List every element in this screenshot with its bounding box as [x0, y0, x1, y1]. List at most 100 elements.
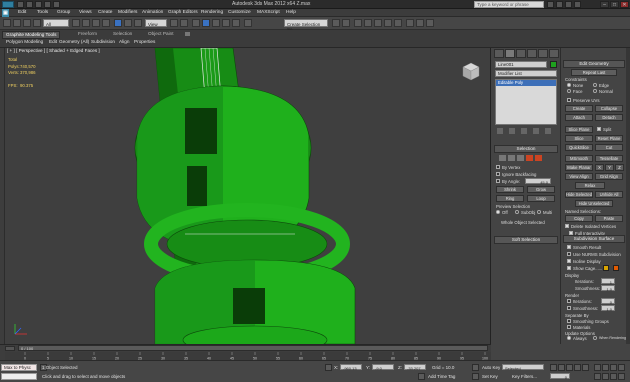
x-coord-field[interactable]: -960.13 — [340, 364, 362, 371]
remove-modifier-icon[interactable] — [533, 128, 539, 134]
layer-manager-icon[interactable] — [354, 19, 362, 27]
right-panel-scrollbar[interactable] — [626, 48, 630, 344]
maximize-viewport-icon[interactable] — [618, 373, 625, 380]
preview-multi-radio[interactable] — [537, 210, 541, 214]
perspective-viewport[interactable]: [ + ] [ Perspective ] [ Shaded + Edged F… — [5, 48, 491, 344]
go-to-end-icon[interactable] — [582, 364, 589, 371]
reset-plane-button[interactable]: Reset Plane — [595, 135, 623, 142]
menu-group[interactable]: Group — [57, 10, 70, 16]
pivot-icon[interactable] — [170, 19, 178, 27]
render-smoothness-spinner[interactable]: 1.0 — [601, 305, 615, 312]
render-iterations-checkbox[interactable] — [567, 299, 571, 303]
key-selection-select[interactable]: Selected — [502, 364, 544, 371]
delete-isolated-checkbox[interactable] — [565, 224, 569, 228]
panel-subdivision[interactable]: Subdivision — [91, 39, 115, 45]
search-input[interactable]: Type a keyword or phrase — [474, 1, 544, 8]
tab-graphite-modeling-tools[interactable]: Graphite Modeling Tools — [2, 30, 61, 40]
utilities-tab-icon[interactable] — [549, 49, 559, 58]
curve-editor-icon[interactable] — [374, 19, 382, 27]
slice-plane-button[interactable]: Slice Plane — [565, 126, 593, 133]
spinner-snap-icon[interactable] — [232, 19, 240, 27]
angle-snap-icon[interactable] — [212, 19, 220, 27]
app-logo-icon[interactable] — [2, 1, 14, 8]
schematic-view-icon[interactable] — [384, 19, 392, 27]
hierarchy-tab-icon[interactable] — [516, 49, 526, 58]
preview-off-radio[interactable] — [496, 210, 500, 214]
vertex-mode-icon[interactable] — [499, 155, 506, 161]
quickslice-button[interactable]: QuickSlice — [565, 144, 593, 151]
unlink-icon[interactable] — [33, 19, 41, 27]
panel-geometry-all[interactable]: Geometry (All) — [59, 39, 89, 45]
tessellate-button[interactable]: Tessellate — [595, 155, 623, 162]
viewcube-icon[interactable] — [459, 60, 481, 82]
auto-key-button[interactable]: Auto Key — [482, 365, 500, 370]
tab-object-paint[interactable]: Object Paint — [148, 31, 174, 37]
subdivision-surface-rollout-header[interactable]: Subdivision Surface — [563, 235, 625, 243]
select-object-icon[interactable] — [72, 19, 80, 27]
window-crossing-icon[interactable] — [102, 19, 110, 27]
edit-geometry-rollout-header[interactable]: Edit Geometry — [563, 60, 625, 68]
by-angle-checkbox[interactable] — [496, 179, 500, 183]
menu-animation[interactable]: Animation — [142, 10, 163, 16]
isoline-display-checkbox[interactable] — [567, 259, 571, 263]
zoom-icon[interactable] — [594, 364, 601, 371]
menu-views[interactable]: Views — [79, 10, 92, 16]
redo-button-icon[interactable] — [13, 19, 21, 27]
cage-color-swatch-2[interactable] — [613, 265, 619, 271]
by-vertex-checkbox[interactable] — [496, 165, 500, 169]
display-smoothness-spinner[interactable]: 1.0 — [601, 285, 615, 292]
preview-subobj-radio[interactable] — [515, 210, 519, 214]
attach-button[interactable]: Attach — [565, 114, 593, 121]
go-to-start-icon[interactable] — [550, 364, 557, 371]
graphite-toggle-icon[interactable] — [364, 19, 372, 27]
menu-help[interactable]: Help — [286, 10, 296, 16]
binoculars-icon[interactable] — [547, 1, 554, 8]
set-key-button[interactable]: Set Key — [482, 374, 498, 379]
object-color-swatch[interactable] — [550, 61, 557, 68]
display-iterations-spinner[interactable]: 1 — [601, 278, 615, 285]
field-of-view-icon[interactable] — [594, 373, 601, 380]
percent-snap-icon[interactable] — [222, 19, 230, 27]
align-icon[interactable] — [342, 19, 350, 27]
tab-freeform[interactable]: Freeform — [78, 31, 97, 37]
menu-edit[interactable]: Edit — [18, 10, 26, 16]
panel-edit[interactable]: Edit — [49, 39, 57, 45]
menu-tools[interactable]: Tools — [37, 10, 48, 16]
menu-rendering[interactable]: Rendering — [201, 10, 223, 16]
material-editor-icon[interactable] — [394, 19, 402, 27]
key-filters-button[interactable]: Key Filters... — [512, 374, 537, 379]
detach-button[interactable]: Detach — [595, 114, 623, 121]
maxscript-output-field[interactable] — [1, 373, 37, 380]
constraint-normal-radio[interactable] — [593, 89, 597, 93]
update-when-rendering-radio[interactable] — [593, 336, 597, 340]
keyboard-shortcut-icon[interactable] — [192, 19, 200, 27]
play-icon[interactable] — [566, 364, 573, 371]
render-production-icon[interactable] — [426, 19, 434, 27]
close-button[interactable]: ✕ — [620, 1, 629, 8]
selection-filter-select[interactable]: All — [43, 19, 69, 27]
star-icon[interactable] — [565, 1, 572, 8]
viewport-label[interactable]: [ + ] [ Perspective ] [ Shaded + Edged F… — [7, 48, 100, 54]
object-name-field[interactable]: Line001 — [495, 61, 547, 68]
scale-icon[interactable] — [134, 19, 142, 27]
maximize-button[interactable]: □ — [610, 1, 619, 8]
menu-maxscript[interactable]: MAXScript — [257, 10, 280, 16]
add-time-tag-text[interactable]: Add Time Tag — [428, 374, 455, 379]
link-icon[interactable] — [23, 19, 31, 27]
pin-stack-icon[interactable] — [497, 128, 503, 134]
ignore-backfacing-checkbox[interactable] — [496, 172, 500, 176]
element-mode-icon[interactable] — [535, 155, 542, 161]
polygon-mode-icon[interactable] — [526, 155, 533, 161]
time-tag-icon[interactable] — [418, 373, 425, 380]
planar-z-button[interactable]: Z — [615, 164, 624, 171]
time-slider[interactable]: 0 / 100 — [18, 345, 488, 351]
preserve-uvs-checkbox[interactable] — [567, 98, 571, 102]
y-coord-field[interactable]: -9.0 — [372, 364, 394, 371]
redo-icon[interactable] — [53, 1, 60, 8]
subscription-icon[interactable] — [556, 1, 563, 8]
manipulate-icon[interactable] — [180, 19, 188, 27]
soft-selection-rollout-header[interactable]: Soft Selection — [494, 236, 558, 244]
pan-icon[interactable] — [602, 373, 609, 380]
z-coord-field[interactable]: -33.207 — [404, 364, 426, 371]
use-nurms-checkbox[interactable] — [567, 252, 571, 256]
